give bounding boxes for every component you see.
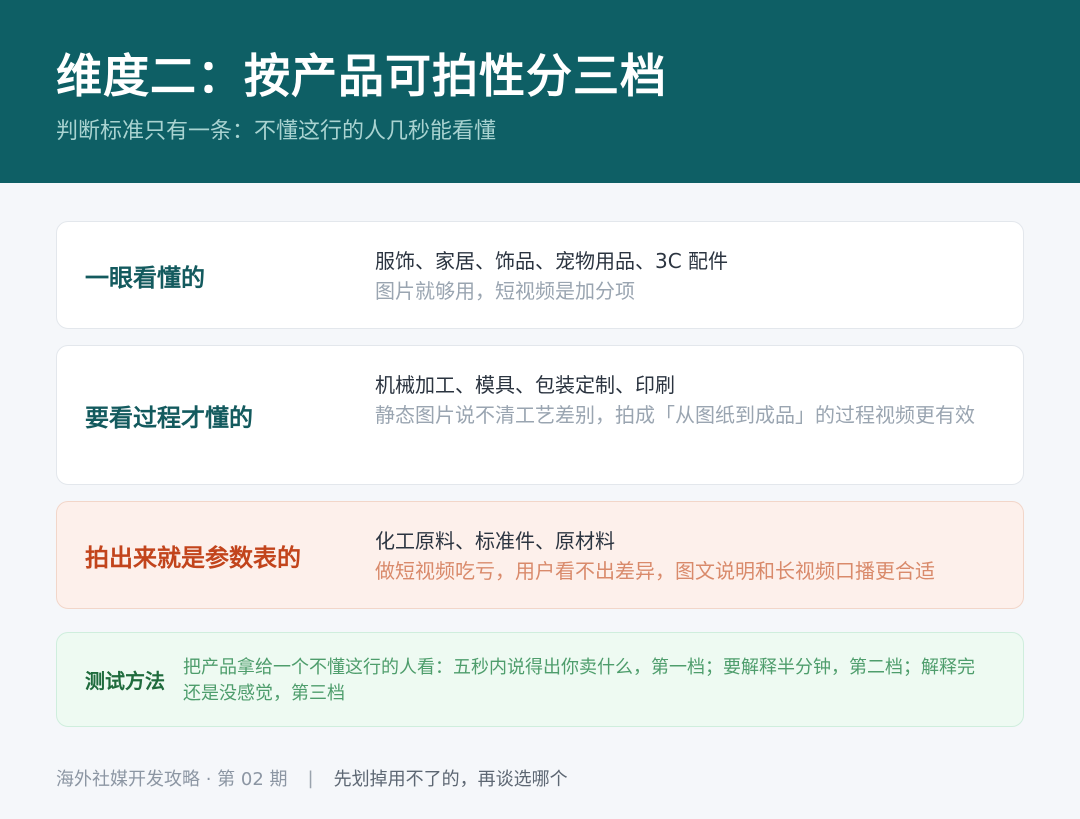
page-title: 维度二：按产品可拍性分三档 — [56, 49, 667, 103]
tier-items: 化工原料、标准件、原材料 — [375, 529, 615, 553]
tier-body: 服饰、家居、饰品、宠物用品、3C 配件 图片就够用，短视频是加分项 — [375, 246, 993, 306]
tier-note: 图片就够用，短视频是加分项 — [375, 279, 635, 303]
test-method-text: 把产品拿给一个不懂这行的人看：五秒内说得出你卖什么，第一档；要解释半分钟，第二档… — [183, 657, 975, 704]
page-subtitle: 判断标准只有一条：不懂这行的人几秒能看懂 — [56, 119, 497, 144]
tier-label: 拍出来就是参数表的 — [85, 543, 301, 572]
tier-items: 机械加工、模具、包装定制、印刷 — [375, 373, 675, 397]
footer: 海外社媒开发攻略 · 第 02 期 | 先划掉用不了的，再谈选哪个 — [56, 764, 568, 792]
tier-card-1: 一眼看懂的 服饰、家居、饰品、宠物用品、3C 配件 图片就够用，短视频是加分项 — [56, 221, 1024, 329]
tier-note: 静态图片说不清工艺差别，拍成「从图纸到成品」的过程视频更有效 — [375, 403, 975, 427]
tier-card-2: 要看过程才懂的 机械加工、模具、包装定制、印刷 静态图片说不清工艺差别，拍成「从… — [56, 345, 1024, 485]
tier-items: 服饰、家居、饰品、宠物用品、3C 配件 — [375, 249, 729, 273]
tier-label: 要看过程才懂的 — [85, 403, 253, 432]
tier-body: 化工原料、标准件、原材料 做短视频吃亏，用户看不出差异，图文说明和长视频口播更合… — [375, 526, 993, 586]
tier-note: 做短视频吃亏，用户看不出差异，图文说明和长视频口播更合适 — [375, 559, 935, 583]
tier-card-3: 拍出来就是参数表的 化工原料、标准件、原材料 做短视频吃亏，用户看不出差异，图文… — [56, 501, 1024, 609]
footer-tagline: 先划掉用不了的，再谈选哪个 — [333, 769, 568, 790]
test-method-label: 测试方法 — [85, 669, 165, 693]
tier-label: 一眼看懂的 — [85, 263, 205, 292]
test-method-box: 测试方法 把产品拿给一个不懂这行的人看：五秒内说得出你卖什么，第一档；要解释半分… — [56, 632, 1024, 727]
header-banner: 维度二：按产品可拍性分三档 判断标准只有一条：不懂这行的人几秒能看懂 — [0, 0, 1080, 183]
tier-body: 机械加工、模具、包装定制、印刷 静态图片说不清工艺差别，拍成「从图纸到成品」的过… — [375, 370, 993, 430]
footer-separator: | — [307, 767, 314, 789]
footer-series: 海外社媒开发攻略 · 第 02 期 — [56, 769, 288, 790]
